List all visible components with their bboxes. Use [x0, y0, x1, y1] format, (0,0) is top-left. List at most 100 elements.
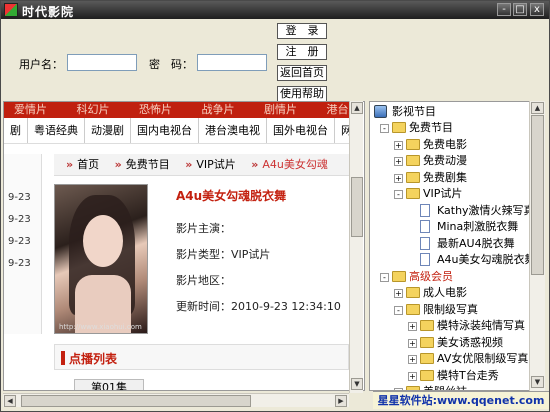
expand-icon[interactable]: + [408, 322, 417, 331]
expand-icon[interactable]: + [408, 371, 417, 381]
movie-updated: 更新时间：2010-9-23 12:34:10 [176, 300, 341, 313]
tree-node-label: 最新AU4脱衣舞 [437, 236, 515, 250]
scroll-thumb[interactable] [21, 395, 251, 407]
collapse-icon[interactable]: - [380, 272, 389, 282]
tree-node-label: 免费节目 [409, 121, 453, 134]
tree-node-label: 模特T台走秀 [437, 368, 499, 382]
category-link[interactable]: 剧情片 [264, 102, 297, 118]
list-date: 9-23 [8, 214, 31, 225]
folder-icon [406, 138, 420, 150]
minimize-button[interactable]: - [497, 3, 511, 16]
register-button[interactable]: 注 册 [277, 44, 327, 60]
tree-node-label: AV女优限制级写真 [437, 352, 529, 365]
watermark: 星星软件站:www.qqenet.com [373, 391, 549, 409]
poster-face [83, 215, 123, 267]
web-view: 爱情片 科幻片 恐怖片 战争片 剧情片 港台剧 剧粤语经典动漫剧国内电视台港台澳… [3, 101, 365, 391]
close-button[interactable]: x [530, 3, 544, 16]
expand-icon[interactable]: + [394, 289, 403, 298]
category-link[interactable]: 爱情片 [14, 102, 47, 118]
folder-icon [420, 320, 434, 331]
list-date: 9-23 [8, 192, 31, 203]
login-button[interactable]: 登 录 [277, 23, 327, 39]
category-link[interactable]: 恐怖片 [139, 102, 172, 118]
back-home-button[interactable]: 返回首页 [277, 65, 327, 81]
scroll-thumb[interactable] [531, 115, 544, 275]
breadcrumb-home[interactable]: 首页 [77, 158, 99, 171]
scroll-down-icon[interactable]: ▼ [351, 378, 363, 390]
document-icon [420, 203, 430, 217]
collapse-icon[interactable]: - [394, 305, 403, 315]
web-horizontal-scrollbar[interactable]: ◀ ▶ [3, 393, 349, 407]
tree-node-label: 成人电影 [423, 286, 467, 299]
login-bar: 用户名： 密 码： 登 录 注 册 返回首页 使用帮助 [1, 19, 549, 102]
tree-node-label: Kathy激情火辣写真 [437, 203, 535, 217]
help-button[interactable]: 使用帮助 [277, 86, 327, 102]
folder-icon [420, 336, 434, 348]
expand-icon[interactable]: + [394, 157, 403, 166]
tree-node-label: 高级会员 [409, 269, 453, 283]
folder-icon [420, 353, 434, 364]
tree-node-label: 美女诱惑视频 [437, 335, 503, 349]
category-link[interactable]: 战争片 [202, 102, 235, 118]
breadcrumb-arrow-icon: » [185, 158, 193, 171]
tree-node-label: Mina刺激脱衣舞 [437, 220, 519, 233]
tree-vertical-scrollbar[interactable]: ▲ ▼ [529, 101, 545, 391]
folder-icon [406, 155, 420, 166]
breadcrumb-free[interactable]: 免费节目 [126, 158, 170, 171]
scroll-down-icon[interactable]: ▼ [531, 376, 544, 388]
nav-bar: 剧粤语经典动漫剧国内电视台港台澳电视国外电视台网络体育 [4, 118, 354, 144]
app-window: 时代影院 - □ x 用户名： 密 码： 登 录 注 册 返回首页 使用帮助 爱… [0, 0, 550, 412]
tree-root-label: 影视节目 [392, 105, 436, 118]
scroll-left-icon[interactable]: ◀ [4, 395, 16, 407]
folder-icon [406, 303, 420, 315]
movie-type: 影片类型：VIP试片 [176, 248, 271, 261]
password-label: 密 码： [149, 58, 193, 71]
expand-icon[interactable]: + [408, 355, 417, 364]
nav-link[interactable]: 国内电视台 [131, 118, 199, 143]
scroll-up-icon[interactable]: ▲ [351, 102, 363, 114]
collapse-icon[interactable]: - [380, 124, 389, 133]
tree-node-label: VIP试片 [423, 187, 463, 200]
tree-node-label: 美腿丝袜 [423, 384, 467, 390]
breadcrumb: » 首页 » 免费节目 » VIP试片 » A4u美女勾魂 [54, 154, 354, 176]
episode-button[interactable]: 第01集 [74, 379, 144, 390]
document-icon [420, 236, 430, 250]
tree-node-label: 模特泳装纯情写真 [437, 319, 525, 332]
list-date: 9-23 [8, 236, 31, 247]
movie-poster[interactable]: http://www.xiaohui.com [54, 184, 148, 334]
collapse-icon[interactable]: - [394, 190, 403, 199]
nav-link[interactable]: 港台澳电视 [199, 118, 267, 143]
username-input[interactable] [67, 54, 137, 71]
nav-link[interactable]: 动漫剧 [85, 118, 131, 143]
app-logo-icon [4, 3, 18, 17]
list-date: 9-23 [8, 258, 31, 269]
document-icon [420, 253, 430, 266]
scroll-up-icon[interactable]: ▲ [531, 102, 544, 114]
folder-icon [406, 188, 420, 199]
web-vertical-scrollbar[interactable]: ▲ ▼ [349, 101, 363, 393]
playlist-title: 点播列表 [69, 352, 118, 366]
maximize-button[interactable]: □ [513, 3, 527, 16]
tree-node-label: 限制级写真 [423, 302, 478, 316]
username-label: 用户名： [19, 58, 63, 71]
password-input[interactable] [197, 54, 267, 71]
folder-icon [392, 122, 406, 133]
expand-icon[interactable]: + [394, 140, 403, 150]
program-tree: 影视节目 - 免费节目 + 免费电影 + 免费动漫 + 免费剧集 - VIP试片 Kathy激情火辣… [369, 101, 545, 391]
tree-node-label: A4u美女勾魂脱衣舞 [437, 253, 536, 266]
nav-link[interactable]: 剧 [4, 118, 28, 143]
playlist-marker-icon [61, 351, 65, 365]
tree-node-label: 免费动漫 [423, 154, 467, 167]
category-bar: 爱情片 科幻片 恐怖片 战争片 剧情片 港台剧 [4, 102, 354, 118]
breadcrumb-vip[interactable]: VIP试片 [196, 158, 235, 171]
category-link[interactable]: 科幻片 [77, 102, 110, 118]
playlist-header: 点播列表 [54, 344, 349, 370]
nav-link[interactable]: 粤语经典 [28, 118, 85, 143]
scroll-thumb[interactable] [351, 177, 363, 237]
computer-icon [374, 105, 387, 118]
expand-icon[interactable]: + [408, 338, 417, 348]
expand-icon[interactable]: + [394, 173, 403, 183]
scroll-right-icon[interactable]: ▶ [335, 395, 347, 407]
folder-icon [406, 287, 420, 298]
nav-link[interactable]: 国外电视台 [267, 118, 335, 143]
